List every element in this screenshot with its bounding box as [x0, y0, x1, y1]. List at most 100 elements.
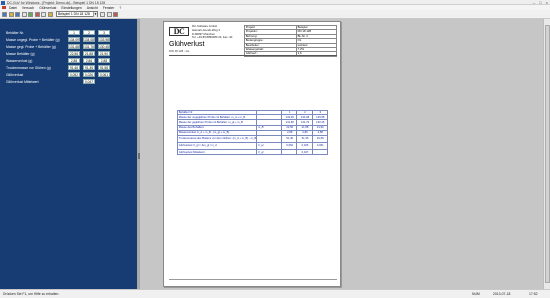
vertical-scrollbar[interactable] [543, 19, 550, 289]
company-logo: DC [169, 27, 189, 36]
toolbar: Beispiel 1 DN 18 128 ▼ [0, 10, 550, 19]
row-label: Glühverlust [6, 72, 24, 77]
row-label: Masse Behälter (g) [6, 51, 35, 56]
value-field[interactable]: 0,052 [68, 72, 80, 77]
delete-icon[interactable] [34, 11, 40, 17]
help-icon[interactable] [113, 11, 118, 17]
value-field[interactable]: 3 [98, 30, 110, 35]
previous-icon[interactable] [100, 11, 105, 17]
report-page: DC DC-Software GmbH Hannah-Arendt-Weg 3 … [163, 21, 341, 287]
app-icon [1, 0, 5, 5]
value-field[interactable]: 134,08 [83, 37, 95, 42]
status-time: 17:52 [529, 292, 538, 296]
cell [281, 148, 298, 156]
value-field[interactable]: 133,98 [98, 37, 110, 42]
cell: Glühverlust Mittelwert [176, 148, 258, 156]
value-field[interactable]: 1 [68, 30, 80, 35]
cell: 0,061 [311, 141, 329, 150]
value-field[interactable]: 91,35 [83, 65, 95, 70]
row-behaelter: Behälter Nr. 1 2 3 [6, 30, 136, 36]
value-field[interactable]: 0,061 [98, 72, 110, 77]
row-label: Masse gegl. Probe + Behälter (g) [6, 44, 56, 49]
status-help-text: Drücken Sie F1, um Hilfe zu erhalten. [3, 292, 60, 296]
row-gluehverlust-mittelwert: Glühverlust Mittelwert 0,047 [6, 79, 136, 85]
cell: Glühverlust V_gl = Δm_gl / m_d [176, 141, 258, 150]
row-label: Glühverlust Mittelwert [6, 79, 39, 84]
cell: 0,047 [296, 148, 313, 156]
row-wasserverlust: Wasserverlust (g) 2,88 2,86 2,88 [6, 58, 136, 64]
value-field[interactable]: 2 [83, 30, 95, 35]
save-icon[interactable] [15, 11, 20, 17]
divider [169, 55, 337, 56]
value-field[interactable]: 131,76 [83, 44, 95, 49]
cell [256, 134, 283, 143]
value-field: 0,047 [83, 79, 95, 84]
row-masse-behaelter: Masse Behälter (g) 22,56 21,88 21,90 [6, 51, 136, 57]
value-field[interactable]: 2,88 [98, 58, 110, 63]
value-field[interactable]: 21,88 [83, 51, 95, 56]
status-bar: Drücken Sie F1, um Hilfe zu erhalten. NU… [0, 289, 550, 298]
value-field[interactable]: 21,90 [98, 51, 110, 56]
cell: Trockenmasse des Bodens vor dem Glühen: … [176, 134, 258, 143]
cell: 91,58 [311, 134, 329, 143]
cell [311, 148, 329, 156]
results-table: Behälter Nr. 1 2 3 Masse der ungeglühten… [176, 109, 329, 156]
page-subtitle: DIN 18 128 - GL [169, 49, 190, 53]
new-icon[interactable] [2, 11, 7, 17]
table-row: Trockenmasse des Bodens vor dem Glühen: … [176, 134, 329, 143]
table-row: Glühverlust V_gl = Δm_gl / m_d V_gl 0,05… [176, 141, 329, 150]
input-panel: Behälter Nr. 1 2 3 Masse ungegl. Probe +… [0, 19, 137, 289]
company-address: DC-Software GmbH Hannah-Arendt-Weg 3 D-8… [192, 24, 235, 40]
preview-icon[interactable] [28, 11, 33, 17]
value-field[interactable]: 91,58 [98, 65, 110, 70]
maximize-icon[interactable]: □ [539, 0, 541, 5]
page-footer-line [169, 279, 337, 280]
menu-fenster[interactable]: Fenster [103, 6, 115, 10]
sample-select[interactable]: Beispiel 1 DN 18 128 ▼ [56, 11, 98, 17]
value-field[interactable]: 0,026 [83, 72, 95, 77]
print-icon[interactable] [21, 11, 27, 17]
table-row: Glühverlust Mittelwert V_gl 0,047 [176, 148, 329, 156]
menu-versuch[interactable]: Versuch [22, 6, 34, 10]
close-icon[interactable]: × [546, 0, 548, 5]
sample-select-value: Beispiel 1 DN 18 128 [58, 12, 90, 16]
status-date: 2013-07-18 [493, 292, 511, 296]
cell: 91,35 [296, 134, 313, 143]
next-icon[interactable] [106, 11, 112, 17]
menu-einstellungen[interactable]: Einstellungen [61, 6, 81, 10]
cell: 0,052 [281, 141, 298, 150]
value-field[interactable]: 131,68 [68, 44, 80, 49]
row-trockenmasse: Trockenmasse vor Glühen (g) 91,46 91,35 … [6, 65, 136, 71]
cell: V_gl [256, 141, 283, 150]
cell: V_gl [256, 148, 283, 156]
row-label: Wasserverlust (g) [6, 58, 33, 63]
address-line: Tel. +49 89 8896080 23, Fax -30 [192, 35, 233, 40]
project-info-table: Projekt: Beispiel Projektnr.: DN 18 128 Bo… [244, 24, 338, 57]
document-icon[interactable] [2, 5, 6, 10]
chevron-down-icon[interactable]: ▼ [93, 12, 97, 17]
value-field[interactable]: 2,86 [83, 58, 95, 63]
settings-icon[interactable] [47, 11, 53, 17]
menu-gluehverlust[interactable]: Glühverlust [39, 6, 56, 10]
menu-datei[interactable]: Datei [9, 6, 17, 10]
row-masse-ungegl: Masse ungegl. Probe + Behälter (g) 134,0… [6, 37, 136, 43]
copy-icon[interactable] [41, 11, 46, 17]
cell: 91,46 [281, 134, 298, 143]
row-label: Behälter Nr. [6, 30, 24, 35]
window-title: DC-GuV for Windows - [Projekt: Demo.dc] … [7, 0, 106, 5]
cell: 0,026 [296, 141, 313, 150]
menu-help[interactable]: ? [119, 6, 121, 10]
value-field[interactable]: 2,88 [68, 58, 80, 63]
value-field[interactable]: 22,56 [68, 51, 80, 56]
value-field[interactable]: 134,09 [68, 37, 80, 42]
row-gluehverlust: Glühverlust 0,052 0,026 0,061 [6, 72, 136, 78]
minimize-icon[interactable]: – [533, 0, 535, 5]
menu-ansicht[interactable]: Ansicht [87, 6, 98, 10]
value-field[interactable]: 91,46 [68, 65, 80, 70]
scrollbar-thumb[interactable] [545, 25, 550, 283]
status-num: NUM [472, 292, 480, 296]
open-icon[interactable] [8, 11, 14, 17]
row-label: Masse ungegl. Probe + Behälter (g) [6, 37, 60, 42]
value-field[interactable]: 130,45 [98, 44, 110, 49]
page-title: Glühverlust [169, 41, 205, 48]
